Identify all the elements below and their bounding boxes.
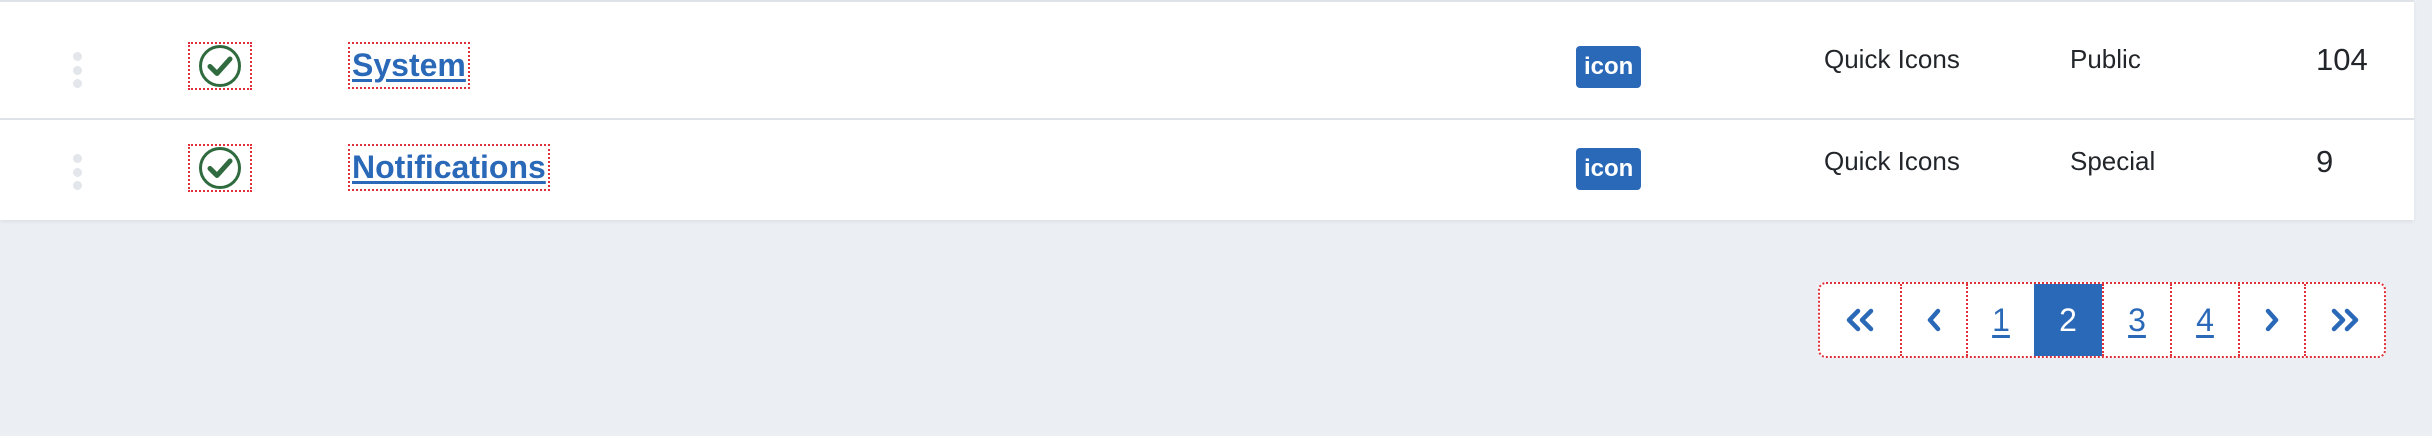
modules-table: System icon Quick Icons Public 104 Notif… xyxy=(0,0,2414,220)
chevron-left-icon xyxy=(1927,308,1941,332)
page-2-current[interactable]: 2 xyxy=(2034,284,2102,356)
pagination: 1 2 3 4 xyxy=(1818,282,2386,358)
page-number: 2 xyxy=(2059,301,2077,338)
access-cell: Public xyxy=(2070,44,2141,74)
module-type-badge: icon xyxy=(1576,148,1642,190)
drag-handle-icon[interactable] xyxy=(70,154,84,190)
access-cell: Special xyxy=(2070,146,2156,176)
page-number: 3 xyxy=(2128,301,2146,338)
first-page-button[interactable] xyxy=(1820,284,1900,356)
table-row: System icon Quick Icons Public 104 xyxy=(0,18,2414,120)
page-3-link[interactable]: 3 xyxy=(2102,284,2170,356)
double-chevron-left-icon xyxy=(1846,308,1874,332)
double-chevron-right-icon xyxy=(2331,308,2359,332)
page-1-link[interactable]: 1 xyxy=(1966,284,2034,356)
previous-page-button[interactable] xyxy=(1900,284,1966,356)
drag-handle-icon[interactable] xyxy=(70,52,84,88)
id-cell: 104 xyxy=(2316,42,2368,77)
page-number: 4 xyxy=(2196,301,2214,338)
module-title-link[interactable]: System xyxy=(348,42,470,89)
check-circle-icon xyxy=(199,147,241,189)
status-toggle-button[interactable] xyxy=(188,42,252,90)
status-toggle-button[interactable] xyxy=(188,144,252,192)
check-circle-icon xyxy=(199,45,241,87)
chevron-right-icon xyxy=(2265,308,2279,332)
id-cell: 9 xyxy=(2316,144,2334,179)
position-cell: Quick Icons xyxy=(1824,146,1960,176)
table-row: Notifications icon Quick Icons Special 9 xyxy=(0,120,2414,220)
last-page-button[interactable] xyxy=(2304,284,2384,356)
position-cell: Quick Icons xyxy=(1824,44,1960,74)
next-page-button[interactable] xyxy=(2238,284,2304,356)
module-type-badge: icon xyxy=(1576,46,1642,88)
page: System icon Quick Icons Public 104 Notif… xyxy=(0,0,2432,436)
page-4-link[interactable]: 4 xyxy=(2170,284,2238,356)
module-title-link[interactable]: Notifications xyxy=(348,144,550,191)
page-number: 1 xyxy=(1992,301,2010,338)
